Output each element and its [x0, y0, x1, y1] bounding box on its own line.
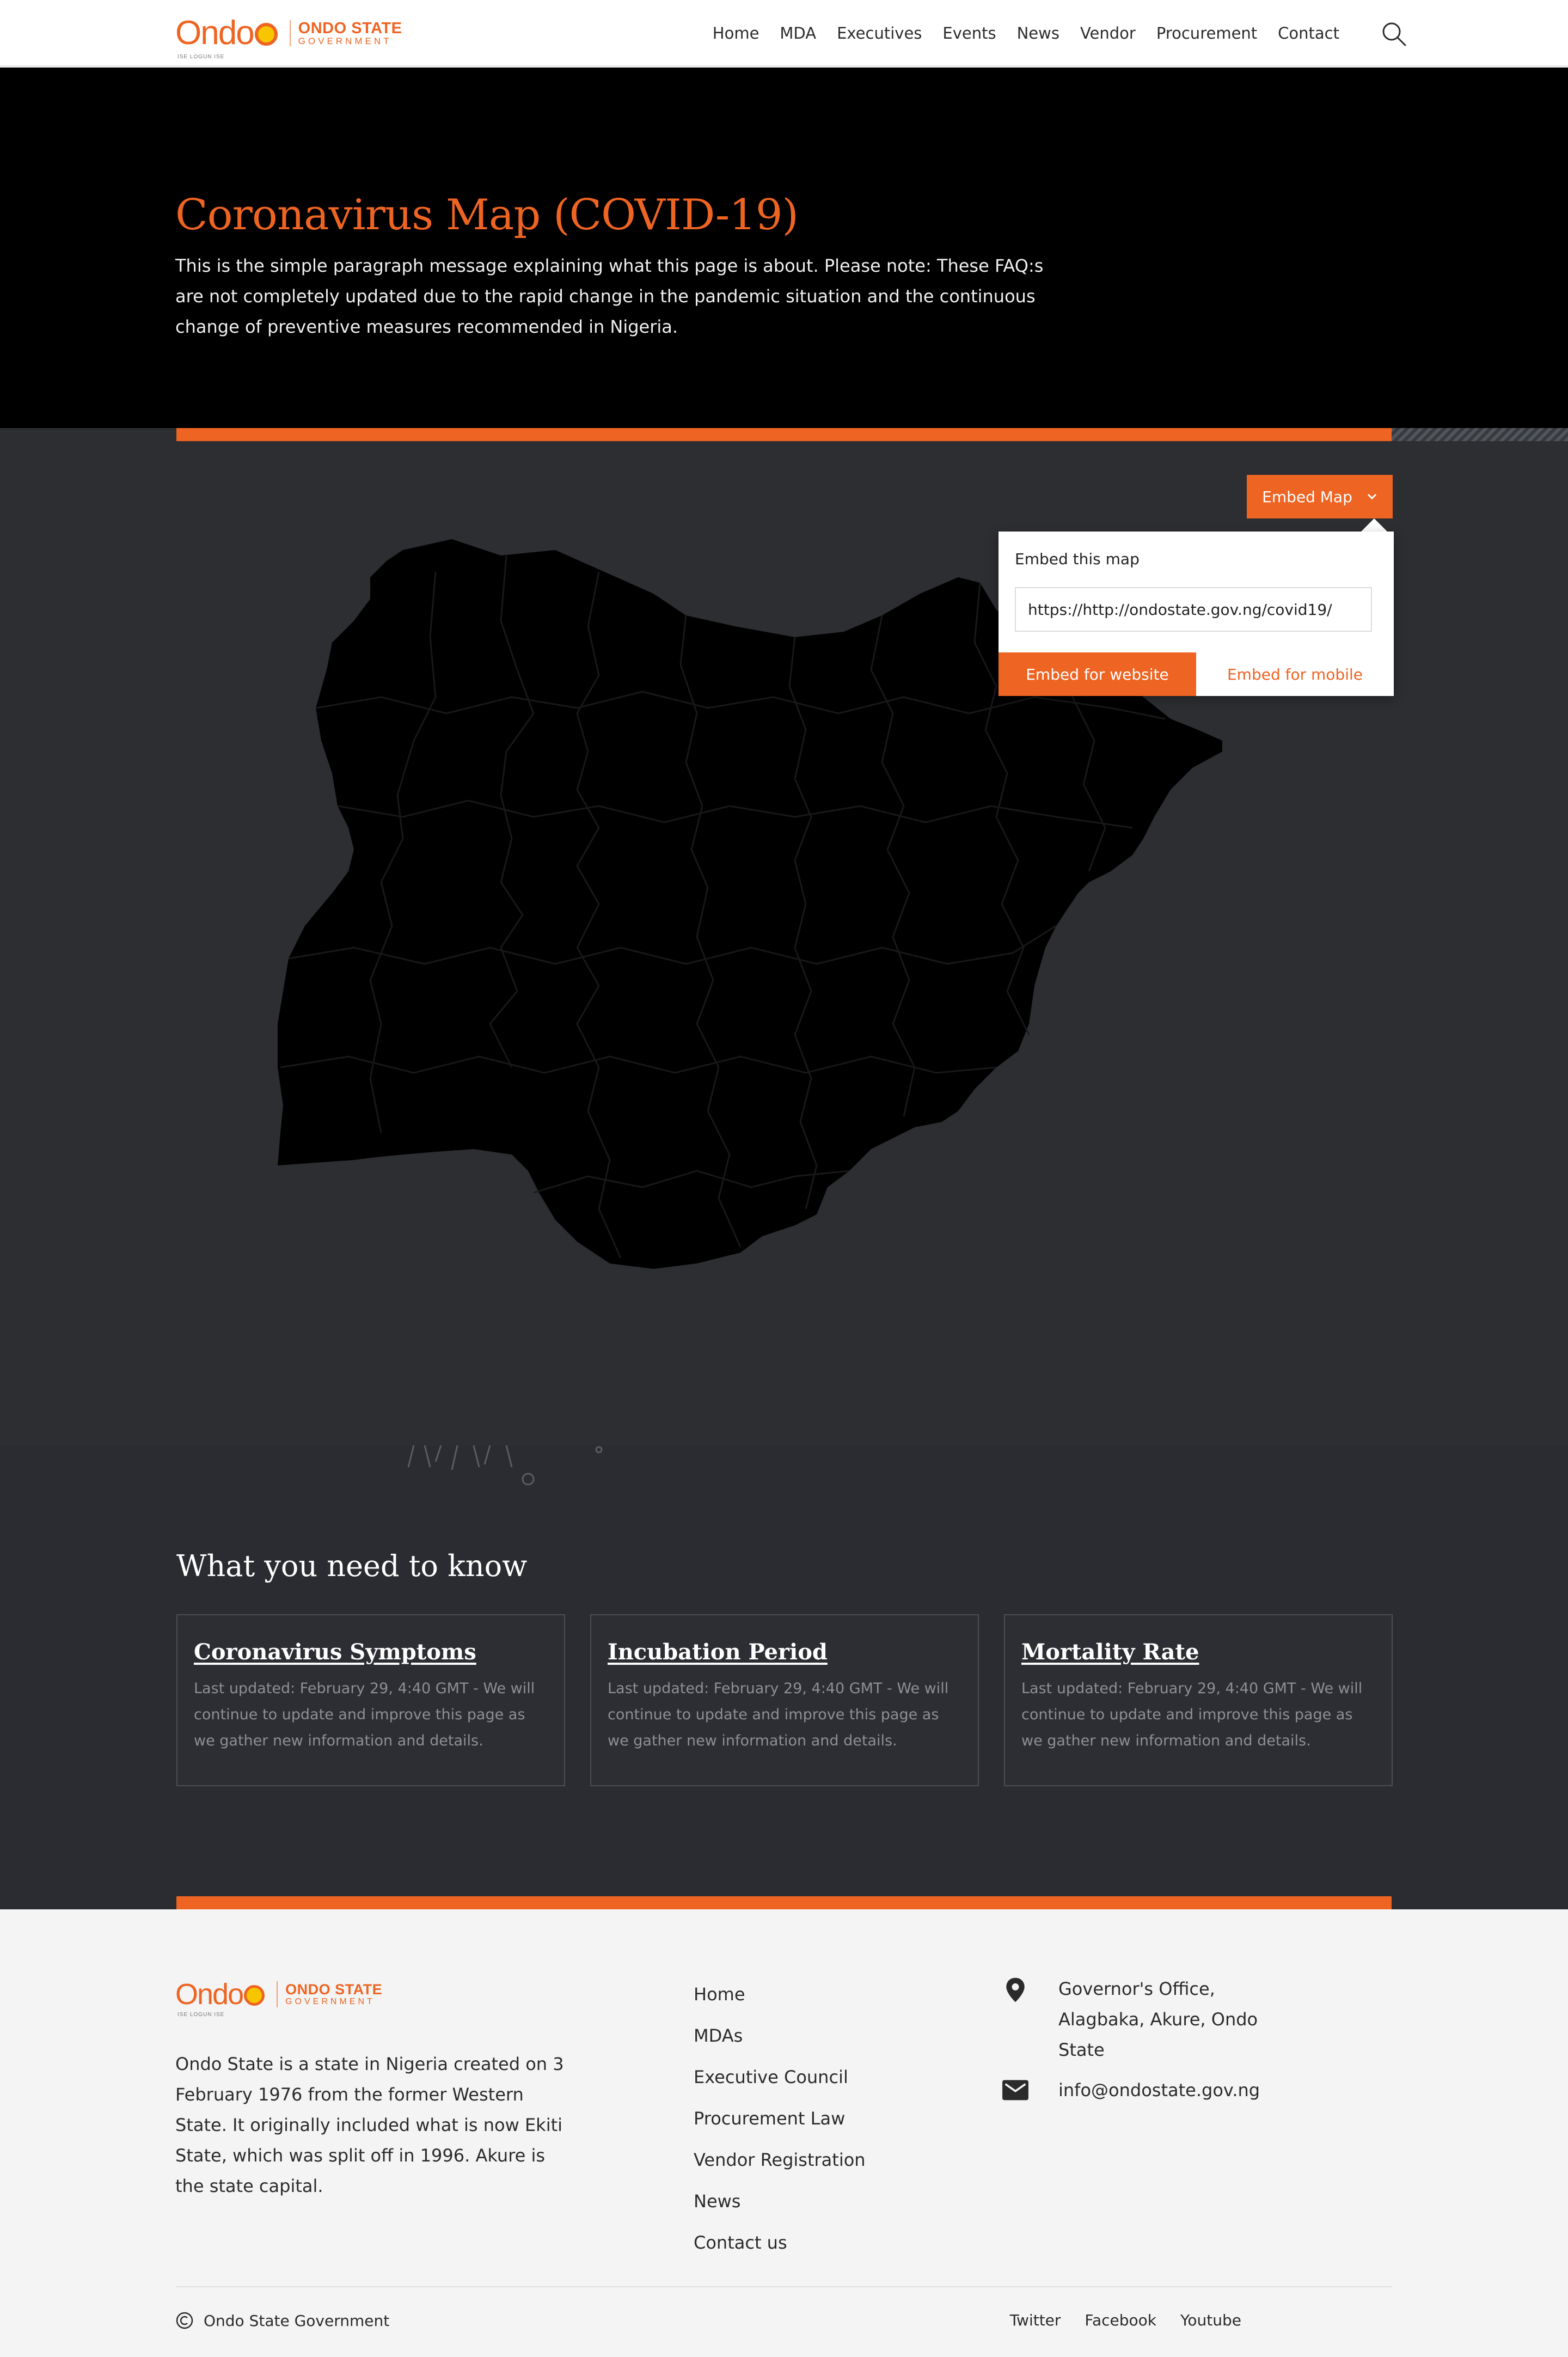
card-title[interactable]: Coronavirus Symptoms: [194, 1639, 548, 1665]
info-card-symptoms[interactable]: Coronavirus Symptoms Last updated: Febru…: [176, 1614, 565, 1786]
copyright-icon: [176, 2312, 193, 2329]
nav-contact[interactable]: Contact: [1278, 24, 1339, 42]
sun-icon: [244, 1984, 265, 2006]
footer-link-contact[interactable]: Contact us: [694, 2222, 866, 2263]
accent-bar: [176, 428, 1392, 441]
chevron-down-icon: [1367, 493, 1376, 500]
embed-mobile-tab[interactable]: Embed for mobile: [1196, 652, 1394, 696]
embed-map-label: Embed Map: [1262, 487, 1352, 506]
logo-divider: [289, 20, 291, 46]
footer-link-news[interactable]: News: [694, 2181, 866, 2222]
site-logo[interactable]: Ondo ISE LOGUN ISE ONDO STATE GOVERNMENT: [175, 10, 402, 60]
footer-description: Ondo State is a state in Nigeria created…: [175, 2054, 564, 2196]
footer-link-home[interactable]: Home: [694, 1974, 866, 2015]
logo-state: ONDO STATE: [285, 1981, 383, 1998]
address-row: Governor's Office, Alagbaka, Akure, Ondo…: [1000, 1974, 1304, 2065]
footer-link-procurement-law[interactable]: Procurement Law: [694, 2098, 866, 2139]
logo-text: ONDO STATE GOVERNMENT: [285, 1982, 382, 2006]
embed-panel-title: Embed this map: [1015, 550, 1140, 568]
nav-executives[interactable]: Executives: [837, 24, 922, 42]
nav-home[interactable]: Home: [713, 24, 759, 42]
hero: Coronavirus Map (COVID-19) This is the s…: [0, 68, 1568, 428]
search-icon[interactable]: [1381, 21, 1407, 47]
footer-link-executive-council[interactable]: Executive Council: [694, 2056, 866, 2098]
copyright-text: Ondo State Government: [204, 2311, 390, 2330]
site-header: Ondo ISE LOGUN ISE ONDO STATE GOVERNMENT …: [0, 0, 1568, 66]
card-text: Last updated: February 29, 4:40 GMT - We…: [1021, 1680, 1363, 1749]
hero-description: This is the simple paragraph message exp…: [175, 255, 1044, 337]
nav-procurement[interactable]: Procurement: [1156, 24, 1257, 42]
card-text: Last updated: February 29, 4:40 GMT - We…: [608, 1680, 949, 1749]
virus-decoration-icon: [407, 1445, 603, 1486]
social-twitter[interactable]: Twitter: [1010, 2311, 1061, 2329]
social-links: Twitter Facebook Youtube: [1010, 2311, 1241, 2329]
footer-divider: [176, 2286, 1392, 2287]
logo-wordmark: Ondo ISE LOGUN ISE: [175, 16, 278, 60]
logo-government: GOVERNMENT: [298, 36, 392, 47]
footer-link-vendor-registration[interactable]: Vendor Registration: [694, 2139, 866, 2181]
nav-mda[interactable]: MDA: [780, 24, 816, 42]
logo-wordmark: Ondo ISE LOGUN ISE: [175, 1980, 265, 2018]
info-card-incubation[interactable]: Incubation Period Last updated: February…: [590, 1614, 979, 1786]
nav-events[interactable]: Events: [942, 24, 996, 42]
embed-map-button[interactable]: Embed Map: [1247, 475, 1393, 518]
logo-divider: [277, 1981, 278, 2007]
sun-icon: [254, 22, 278, 46]
location-pin-icon: [1006, 1977, 1025, 2002]
footer-contact: Governor's Office, Alagbaka, Akure, Ondo…: [1000, 1974, 1304, 2115]
email-row: info@ondostate.gov.ng: [1000, 2075, 1304, 2105]
social-facebook[interactable]: Facebook: [1085, 2311, 1156, 2329]
footer-logo[interactable]: Ondo ISE LOGUN ISE ONDO STATE GOVERNMENT: [175, 1974, 382, 2018]
card-title[interactable]: Incubation Period: [608, 1639, 961, 1665]
logo-state: ONDO STATE: [298, 19, 402, 37]
social-youtube[interactable]: Youtube: [1180, 2311, 1241, 2329]
embed-panel: Embed this map Embed for website Embed f…: [999, 532, 1394, 696]
section-title: What you need to know: [176, 1549, 528, 1583]
embed-url-input[interactable]: [1015, 587, 1372, 632]
mail-icon: [1002, 2080, 1028, 2100]
nav-news[interactable]: News: [1017, 24, 1059, 42]
texture-strip: [1392, 428, 1568, 441]
email-text[interactable]: info@ondostate.gov.ng: [1058, 2075, 1260, 2105]
info-card-mortality[interactable]: Mortality Rate Last updated: February 29…: [1004, 1614, 1393, 1786]
accent-bar-footer: [176, 1896, 1392, 1910]
address-text: Governor's Office, Alagbaka, Akure, Ondo…: [1058, 1979, 1258, 2060]
footer-links: Home MDAs Executive Council Procurement …: [694, 1974, 866, 2263]
footer-link-mdas[interactable]: MDAs: [694, 2015, 866, 2056]
nav-vendor[interactable]: Vendor: [1080, 24, 1136, 42]
copyright: Ondo State Government: [175, 2311, 389, 2330]
logo-text: ONDO STATE GOVERNMENT: [298, 20, 402, 46]
card-title[interactable]: Mortality Rate: [1021, 1639, 1375, 1665]
embed-website-tab[interactable]: Embed for website: [999, 652, 1196, 696]
main-nav: Home MDA Executives Events News Vendor P…: [713, 0, 1339, 66]
embed-panel-caret: [1361, 518, 1387, 532]
card-text: Last updated: February 29, 4:40 GMT - We…: [194, 1680, 535, 1749]
page-title: Coronavirus Map (COVID-19): [175, 191, 799, 240]
logo-government: GOVERNMENT: [285, 1996, 375, 2006]
